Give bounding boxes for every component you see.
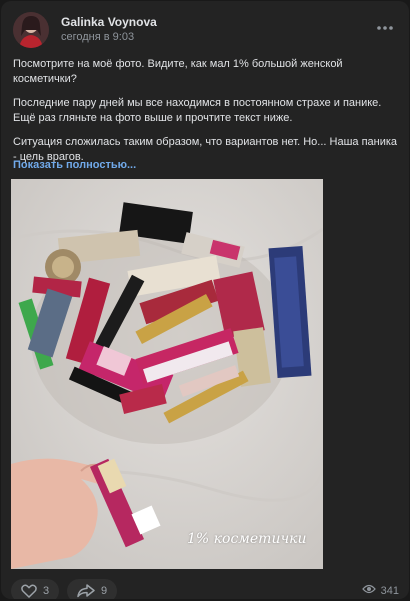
like-count: 3 — [43, 585, 50, 597]
post-header: Galinka Voynova сегодня в 9:03 — [11, 9, 401, 53]
eye-icon — [361, 584, 376, 597]
share-button[interactable]: 9 — [67, 579, 118, 599]
post-paragraph: Последние пару дней мы все находимся в п… — [13, 97, 382, 124]
author-name[interactable]: Galinka Voynova — [61, 15, 157, 29]
view-count: 341 — [380, 584, 399, 597]
share-count: 9 — [101, 585, 108, 597]
post-timestamp[interactable]: сегодня в 9:03 — [61, 31, 134, 43]
post-card: Galinka Voynova сегодня в 9:03 Посмотрит… — [1, 1, 409, 599]
post-text: Посмотрите на моё фото. Видите, как мал … — [13, 57, 399, 174]
avatar[interactable] — [13, 12, 49, 48]
post-paragraph: Посмотрите на моё фото. Видите, как мал … — [13, 58, 343, 85]
views-counter: 341 — [361, 584, 399, 597]
ellipsis-icon[interactable] — [373, 19, 397, 37]
photo-caption: 1% косметички — [187, 531, 307, 547]
like-button[interactable]: 3 — [11, 579, 60, 599]
post-footer: 3 9 341 — [11, 579, 401, 599]
share-arrow-icon — [77, 584, 95, 598]
heart-icon — [21, 584, 37, 598]
show-more-link[interactable]: Показать полностью... — [13, 159, 136, 171]
post-photo[interactable]: 1% косметички — [11, 179, 323, 569]
